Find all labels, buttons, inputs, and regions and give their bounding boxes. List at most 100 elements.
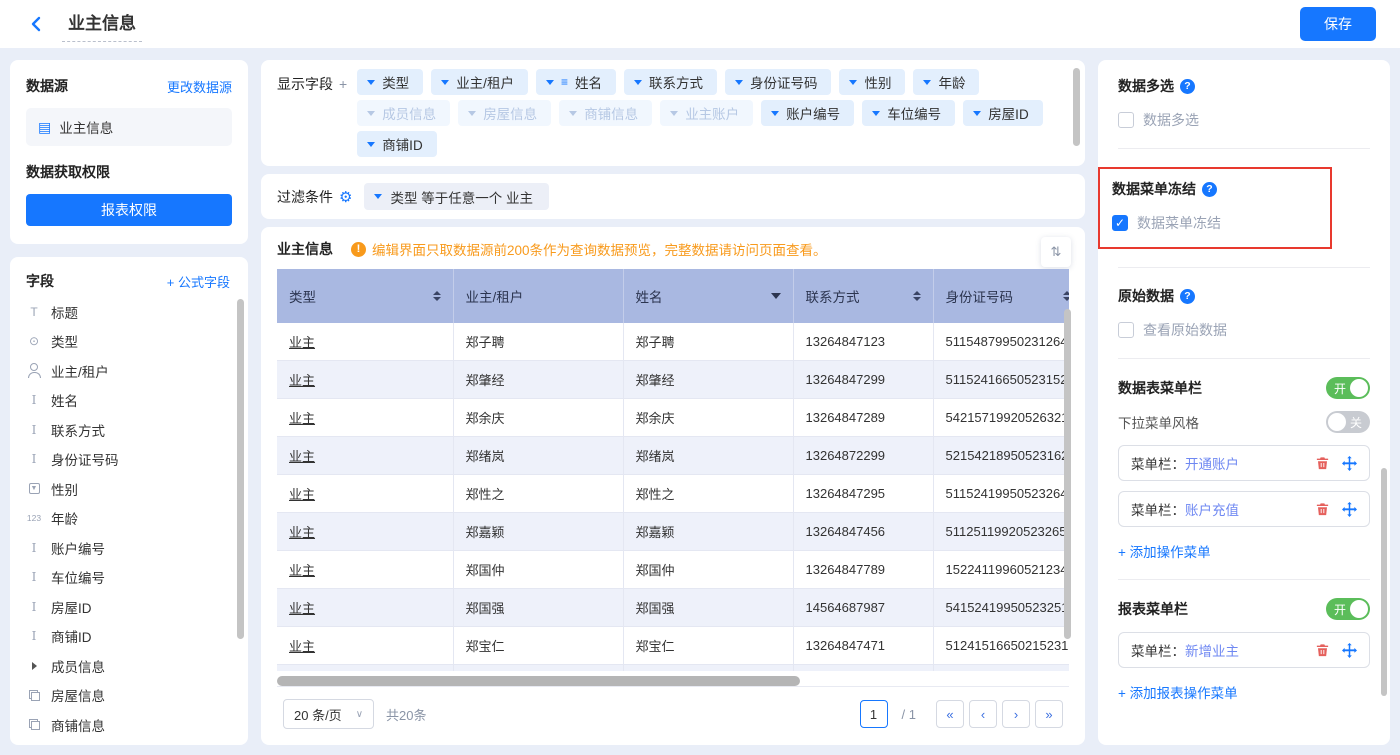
table-menu-toggle[interactable]: 开 (1326, 377, 1370, 399)
raw-data-checkbox[interactable] (1118, 322, 1134, 338)
save-button[interactable]: 保存 (1300, 7, 1376, 41)
sort-order-button[interactable]: ⇅ (1041, 237, 1071, 267)
row-type-link[interactable]: 业主 (289, 563, 315, 578)
menu-item-name[interactable]: 新增业主 (1185, 640, 1239, 660)
field-item[interactable]: I车位编号 (26, 563, 238, 593)
row-type-link[interactable]: 业主 (289, 487, 315, 502)
field-label: 账户编号 (51, 538, 105, 558)
table-cell: 14564687987 (793, 589, 933, 627)
field-item[interactable]: I房屋ID (26, 592, 238, 622)
row-type-link[interactable]: 业主 (289, 373, 315, 388)
help-icon[interactable]: ? (1180, 79, 1195, 94)
chevron-down-icon (441, 80, 449, 85)
menu-item-name[interactable]: 账户充值 (1185, 499, 1239, 519)
display-field-tag[interactable]: 联系方式 (624, 69, 717, 95)
next-page-button[interactable]: › (1002, 700, 1030, 728)
prev-page-button[interactable]: ‹ (969, 700, 997, 728)
display-field-tag[interactable]: 商铺ID (357, 131, 437, 157)
column-header[interactable]: 姓名 (623, 269, 793, 323)
add-report-menu-link[interactable]: + 添加报表操作菜单 (1118, 682, 1238, 702)
field-item[interactable]: T标题 (26, 297, 238, 327)
table-horizontal-scrollbar[interactable] (277, 676, 800, 686)
move-menu-handle[interactable] (1342, 643, 1357, 658)
delete-menu-button[interactable] (1315, 456, 1330, 471)
filter-panel: 过滤条件 ⚙ 类型 等于任意一个 业主 (261, 174, 1085, 219)
move-menu-handle[interactable] (1342, 456, 1357, 471)
display-field-tag[interactable]: 业主/租户 (431, 69, 528, 95)
field-item[interactable]: I商铺ID (26, 622, 238, 652)
table-cell: 业主 (277, 323, 453, 361)
menu-item-name[interactable]: 开通账户 (1185, 453, 1239, 473)
display-field-tag[interactable]: 房屋ID (963, 100, 1043, 126)
sort-desc-icon[interactable] (771, 293, 781, 299)
field-item[interactable]: I联系方式 (26, 415, 238, 445)
add-table-menu-link[interactable]: + 添加操作菜单 (1118, 541, 1211, 561)
display-field-tag[interactable]: 账户编号 (761, 100, 854, 126)
datasource-item[interactable]: ▤ 业主信息 (26, 108, 232, 146)
sort-both-icon[interactable] (1063, 291, 1070, 301)
menu-freeze-checkbox[interactable]: ✓ (1112, 215, 1128, 231)
delete-menu-button[interactable] (1315, 643, 1330, 658)
column-header[interactable]: 联系方式 (793, 269, 933, 323)
table-cell: 郑国强 (623, 589, 793, 627)
display-field-tag[interactable]: 车位编号 (862, 100, 955, 126)
move-menu-handle[interactable] (1342, 502, 1357, 517)
first-page-button[interactable]: « (936, 700, 964, 728)
display-field-tag[interactable]: 性别 (839, 69, 905, 95)
page-size-select[interactable]: 20 条/页 ∨ (283, 699, 374, 729)
help-icon[interactable]: ? (1180, 289, 1195, 304)
field-item[interactable]: ▼性别 (26, 474, 238, 504)
display-field-tag[interactable]: 成员信息 (357, 100, 450, 126)
gear-icon[interactable]: ⚙ (339, 188, 352, 206)
row-type-link[interactable]: 业主 (289, 411, 315, 426)
field-item[interactable]: 123年龄 (26, 504, 238, 534)
row-type-link[interactable]: 业主 (289, 601, 315, 616)
report-menu-toggle[interactable]: 开 (1326, 598, 1370, 620)
change-datasource-link[interactable]: 更改数据源 (167, 77, 232, 96)
fields-scrollbar[interactable] (237, 299, 244, 639)
delete-menu-button[interactable] (1315, 502, 1330, 517)
row-type-link[interactable]: 业主 (289, 449, 315, 464)
settings-scrollbar[interactable] (1381, 468, 1387, 696)
current-page-input[interactable]: 1 (860, 700, 888, 728)
sort-both-icon[interactable] (913, 291, 921, 301)
filter-condition-tag[interactable]: 类型 等于任意一个 业主 (364, 183, 549, 210)
display-fields-scrollbar[interactable] (1073, 68, 1080, 146)
display-field-tag[interactable]: 业主账户 (660, 100, 753, 126)
column-header[interactable]: 业主/租户 (453, 269, 623, 323)
report-permission-button[interactable]: 报表权限 (26, 194, 232, 226)
column-label: 姓名 (636, 286, 663, 306)
field-item[interactable]: 商铺信息 (26, 710, 238, 740)
field-item[interactable]: ⊙类型 (26, 327, 238, 357)
display-field-tag[interactable]: 类型 (357, 69, 423, 95)
display-field-tag[interactable]: 房屋信息 (458, 100, 551, 126)
dropdown-style-toggle[interactable]: 关 (1326, 411, 1370, 433)
field-label: 姓名 (51, 390, 78, 410)
field-label: 年龄 (51, 508, 78, 528)
table-vertical-scrollbar[interactable] (1064, 309, 1071, 639)
field-item[interactable]: I账户编号 (26, 533, 238, 563)
sort-both-icon[interactable] (433, 291, 441, 301)
back-button[interactable] (24, 12, 48, 36)
field-item[interactable]: 业主/租户 (26, 356, 238, 386)
last-page-button[interactable]: » (1035, 700, 1063, 728)
field-item[interactable]: I身份证号码 (26, 445, 238, 475)
display-field-tag[interactable]: ≡姓名 (536, 69, 616, 95)
column-header[interactable]: 身份证号码 (933, 269, 1069, 323)
display-field-tag[interactable]: 身份证号码 (725, 69, 832, 95)
column-header[interactable]: 类型 (277, 269, 453, 323)
display-field-tag[interactable]: 年龄 (913, 69, 979, 95)
multi-select-checkbox[interactable] (1118, 112, 1134, 128)
field-item[interactable]: I姓名 (26, 386, 238, 416)
row-type-link[interactable]: 业主 (289, 525, 315, 540)
field-item[interactable]: 房屋信息 (26, 681, 238, 711)
add-formula-field-link[interactable]: + 公式字段 (167, 272, 230, 291)
row-type-link[interactable]: 业主 (289, 335, 315, 350)
row-type-link[interactable]: 业主 (289, 639, 315, 654)
table-row: 业主郑子聘郑子聘13264847123511548799502312648男 (277, 323, 1069, 361)
field-item[interactable]: 成员信息 (26, 651, 238, 681)
add-display-field-button[interactable]: + (339, 76, 347, 92)
display-field-tag[interactable]: 商铺信息 (559, 100, 652, 126)
help-icon[interactable]: ? (1202, 182, 1217, 197)
chevron-down-icon (367, 111, 375, 116)
